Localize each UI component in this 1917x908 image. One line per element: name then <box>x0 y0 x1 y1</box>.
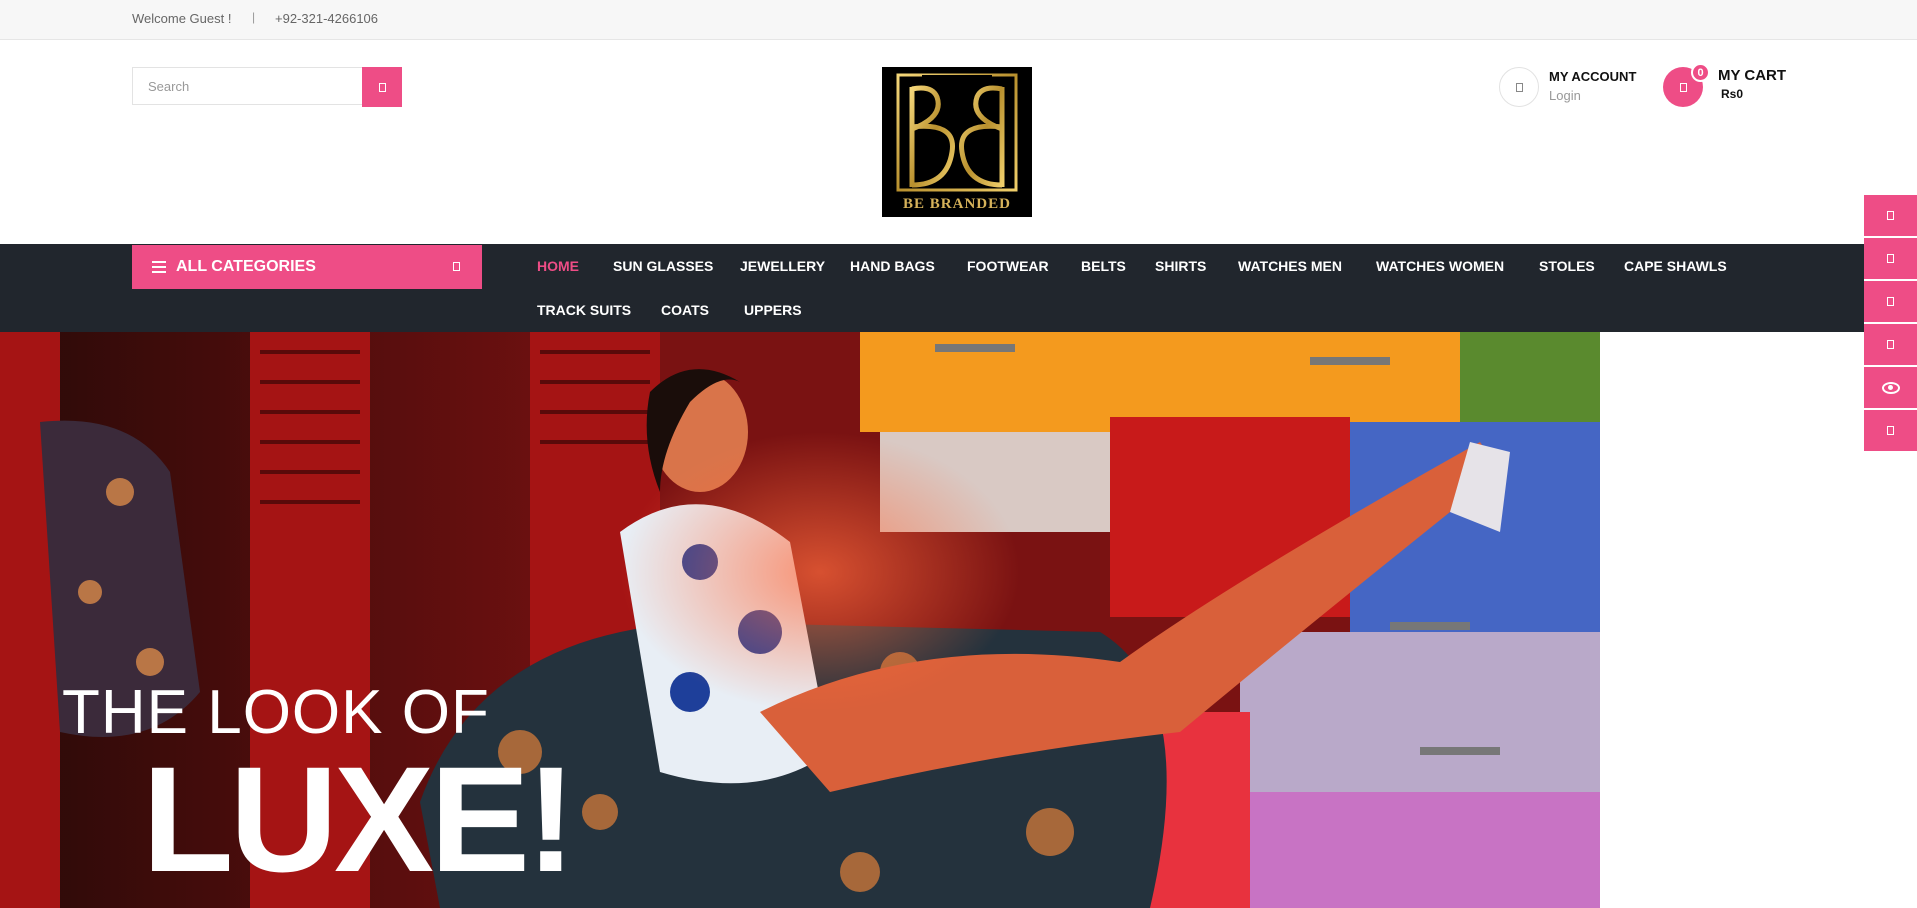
nav-hand-bags[interactable]: HAND BAGS <box>850 258 935 274</box>
nav-watches-men[interactable]: WATCHES MEN <box>1238 258 1342 274</box>
nav-footwear[interactable]: FOOTWEAR <box>967 258 1049 274</box>
nav-watches-women[interactable]: WATCHES WOMEN <box>1376 258 1504 274</box>
hero-subheadline: LUXE! <box>142 735 576 903</box>
cart-total: Rs0 <box>1721 87 1744 101</box>
nav-sun-glasses[interactable]: SUN GLASSES <box>613 258 713 274</box>
nav-track-suits[interactable]: TRACK SUITS <box>537 302 631 318</box>
search-input[interactable] <box>132 67 362 105</box>
search-icon <box>378 82 386 92</box>
user-icon <box>1515 82 1523 92</box>
welcome-text: Welcome Guest ! <box>132 11 232 26</box>
hero-banner[interactable]: THE LOOK OF LUXE! <box>0 332 1600 908</box>
cart-title[interactable]: MY CART <box>1718 67 1786 84</box>
square-icon <box>1887 340 1894 349</box>
chevron-down-icon <box>453 262 460 271</box>
side-tool-button[interactable] <box>1864 238 1917 281</box>
nav-shirts[interactable]: SHIRTS <box>1155 258 1206 274</box>
side-tool-button[interactable] <box>1864 410 1917 453</box>
side-tool-recently-viewed[interactable] <box>1864 367 1917 410</box>
logo-mark-icon <box>896 73 1018 192</box>
nav-uppers[interactable]: UPPERS <box>744 302 802 318</box>
account-title[interactable]: MY ACCOUNT <box>1549 69 1636 84</box>
all-categories-label: ALL CATEGORIES <box>176 258 316 275</box>
account-button[interactable] <box>1499 67 1539 107</box>
topbar-separator: | <box>252 10 256 24</box>
site-logo[interactable]: BE BRANDED <box>882 67 1032 217</box>
side-tool-button[interactable] <box>1864 195 1917 238</box>
nav-stoles[interactable]: STOLES <box>1539 258 1595 274</box>
square-icon <box>1887 426 1894 435</box>
all-categories-button[interactable]: ALL CATEGORIES <box>132 245 482 289</box>
top-bar: Welcome Guest ! | +92-321-4266106 <box>0 0 1917 40</box>
cart-icon <box>1679 82 1687 92</box>
side-tool-button[interactable] <box>1864 281 1917 324</box>
side-tool-button[interactable] <box>1864 324 1917 367</box>
search-button[interactable] <box>362 67 402 107</box>
menu-icon <box>152 261 166 273</box>
square-icon <box>1887 211 1894 220</box>
side-toolbar <box>1864 195 1917 453</box>
nav-cape-shawls[interactable]: CAPE SHAWLS <box>1624 258 1727 274</box>
eye-icon <box>1881 381 1900 394</box>
nav-home[interactable]: HOME <box>537 258 579 274</box>
phone-number[interactable]: +92-321-4266106 <box>275 11 378 26</box>
nav-belts[interactable]: BELTS <box>1081 258 1126 274</box>
logo-text: BE BRANDED <box>903 196 1011 212</box>
square-icon <box>1887 297 1894 306</box>
nav-jewellery[interactable]: JEWELLERY <box>740 258 825 274</box>
cart-count-badge: 0 <box>1691 63 1710 82</box>
square-icon <box>1887 254 1894 263</box>
nav-coats[interactable]: COATS <box>661 302 709 318</box>
login-link[interactable]: Login <box>1549 88 1581 103</box>
